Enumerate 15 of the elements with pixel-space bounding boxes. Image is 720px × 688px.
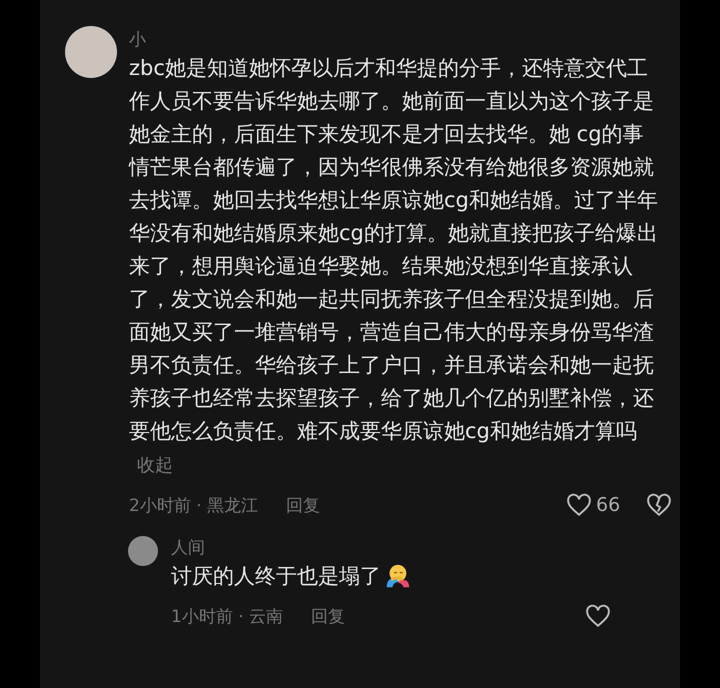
timestamp-location: 2小时前 · 黑龙江 xyxy=(129,494,258,516)
collapse-link[interactable]: 收起 xyxy=(137,449,173,482)
avatar[interactable] xyxy=(128,536,158,566)
avatar[interactable] xyxy=(65,26,117,78)
comment-text: 讨厌的人终于也是塌了 xyxy=(171,560,611,593)
timestamp-location: 1小时前 · 云南 xyxy=(171,606,284,628)
comment-text: zbc她是知道她怀孕以后才和华提的分手，还特意交代工作人员不要告诉华她去哪了。她前面一直以为这个孩子是她金主的，后面生下来发现不是才回去找华。她 cg的事情芒果台都传遍了，因为华很佛系没有给她很多资源她就去找谭。她回去找华想让华原谅她cg和她结婚。过了半年华没有和她结婚原来她cg的打算。她就直接把孩子给爆出来了，想用舆论逼迫华娶她。结果她没想到华直接承认了，发文说会和她一起共同抚养孩子但全程没提到她。后面她又买了一堆营销号，营造自己伟大的母亲身份骂华渣男不负责任。华给孩子上了户口，并且承诺会和她一起抚养孩子也经常去探望孩子，给了她几个亿的别墅补偿，还要他怎么负责任。难不成要华原谅她cg和她结婚才算吗 收起 xyxy=(129,52,664,482)
heart-icon[interactable] xyxy=(566,492,592,518)
reply-link[interactable]: 回复 xyxy=(311,604,346,628)
username[interactable]: 人间 xyxy=(171,536,611,560)
reply-link[interactable]: 回复 xyxy=(286,494,320,516)
username[interactable]: 小 xyxy=(129,28,664,52)
heart-icon[interactable] xyxy=(585,603,611,629)
broken-heart-icon[interactable] xyxy=(646,492,672,518)
like-count: 66 xyxy=(596,494,622,516)
